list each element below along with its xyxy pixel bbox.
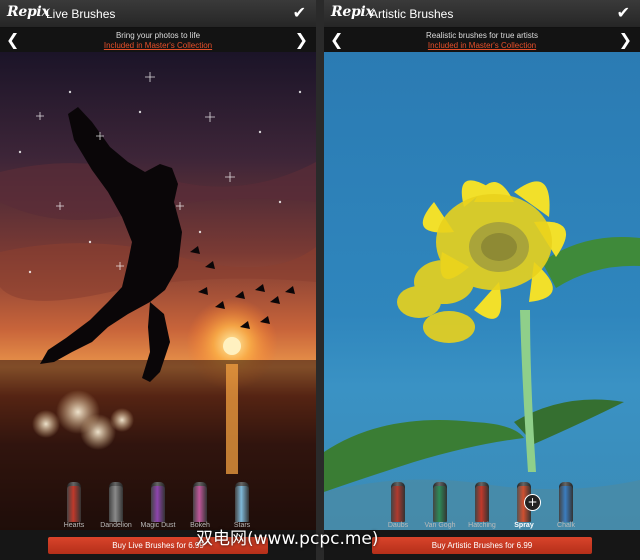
- brush-picker: Daubs Van Gogh Hatching + Spray Chalk: [324, 478, 640, 530]
- tagline: Realistic brushes for true artists: [425, 31, 539, 40]
- screen-title: Artistic Brushes: [370, 7, 454, 21]
- brush-hatching[interactable]: Hatching: [464, 478, 500, 530]
- brush-picker: Hearts Dandelion Magic Dust Bokeh Stars: [0, 478, 316, 530]
- yellow-flower-painting[interactable]: [324, 52, 640, 530]
- info-bar: ❮ Bring your photos to life Included in …: [0, 28, 316, 52]
- masters-collection-link[interactable]: Included in Master's Collection: [30, 41, 286, 50]
- brush-van-gogh[interactable]: Van Gogh: [422, 478, 458, 530]
- brush-chalk[interactable]: Chalk: [548, 478, 584, 530]
- brush-label: Spray: [514, 522, 534, 529]
- brush-label: Magic Dust: [140, 522, 176, 529]
- brush-hearts[interactable]: Hearts: [56, 478, 92, 530]
- repix-logo: Repix: [331, 4, 374, 20]
- tagline: Bring your photos to life: [115, 31, 201, 40]
- brush-tube-icon: [475, 486, 489, 522]
- screen-title: Live Brushes: [46, 7, 116, 21]
- info-bar: ❮ Realistic brushes for true artists Inc…: [324, 28, 640, 52]
- brush-label: Hatching: [468, 522, 496, 529]
- brush-label: Dandelion: [100, 522, 132, 529]
- brush-label: Hearts: [63, 522, 85, 529]
- top-bar: Repix Artistic Brushes ✔: [324, 0, 640, 28]
- repix-logo: Repix: [7, 4, 50, 20]
- brush-tube-icon: [109, 486, 123, 522]
- brush-magic-dust[interactable]: Magic Dust: [140, 478, 176, 530]
- buy-artistic-brushes-button[interactable]: Buy Artistic Brushes for 6.99: [372, 537, 592, 554]
- brush-daubs[interactable]: Daubs: [380, 478, 416, 530]
- brush-dandelion[interactable]: Dandelion: [98, 478, 134, 530]
- next-arrow-icon[interactable]: ❯: [619, 30, 632, 49]
- brush-stars[interactable]: Stars: [224, 478, 260, 530]
- screen-divider: [316, 0, 324, 560]
- flower-illustration: [324, 180, 640, 530]
- brush-spray[interactable]: + Spray: [506, 478, 542, 530]
- brush-label: Chalk: [557, 522, 575, 529]
- brush-tube-icon: [433, 486, 447, 522]
- sunset-jump-photo[interactable]: [0, 52, 316, 530]
- brush-tube-icon: [67, 486, 81, 522]
- brush-bokeh[interactable]: Bokeh: [182, 478, 218, 530]
- brush-tube-icon: [151, 486, 165, 522]
- artistic-brushes-screen: Repix Artistic Brushes ✔ ❮ Realistic bru…: [324, 0, 640, 560]
- confirm-check-icon[interactable]: ✔: [293, 3, 306, 22]
- brush-tube-icon: [391, 486, 405, 522]
- live-brushes-screen: Repix Live Brushes ✔ ❮ Bring your photos…: [0, 0, 316, 560]
- sunset-illustration: [0, 72, 316, 530]
- next-arrow-icon[interactable]: ❯: [295, 30, 308, 49]
- brush-tube-icon: [193, 486, 207, 522]
- site-watermark: 双电网(www.pcpc.me): [196, 529, 379, 549]
- add-plus-icon[interactable]: +: [524, 494, 541, 511]
- previous-arrow-icon[interactable]: ❮: [330, 30, 343, 49]
- previous-arrow-icon[interactable]: ❮: [6, 30, 19, 49]
- brush-label: Daubs: [387, 522, 409, 529]
- brush-tube-icon: [559, 486, 573, 522]
- brush-label: Van Gogh: [424, 522, 456, 529]
- top-bar: Repix Live Brushes ✔: [0, 0, 316, 28]
- confirm-check-icon[interactable]: ✔: [617, 3, 630, 22]
- brush-tube-icon: [235, 486, 249, 522]
- masters-collection-link[interactable]: Included in Master's Collection: [354, 41, 610, 50]
